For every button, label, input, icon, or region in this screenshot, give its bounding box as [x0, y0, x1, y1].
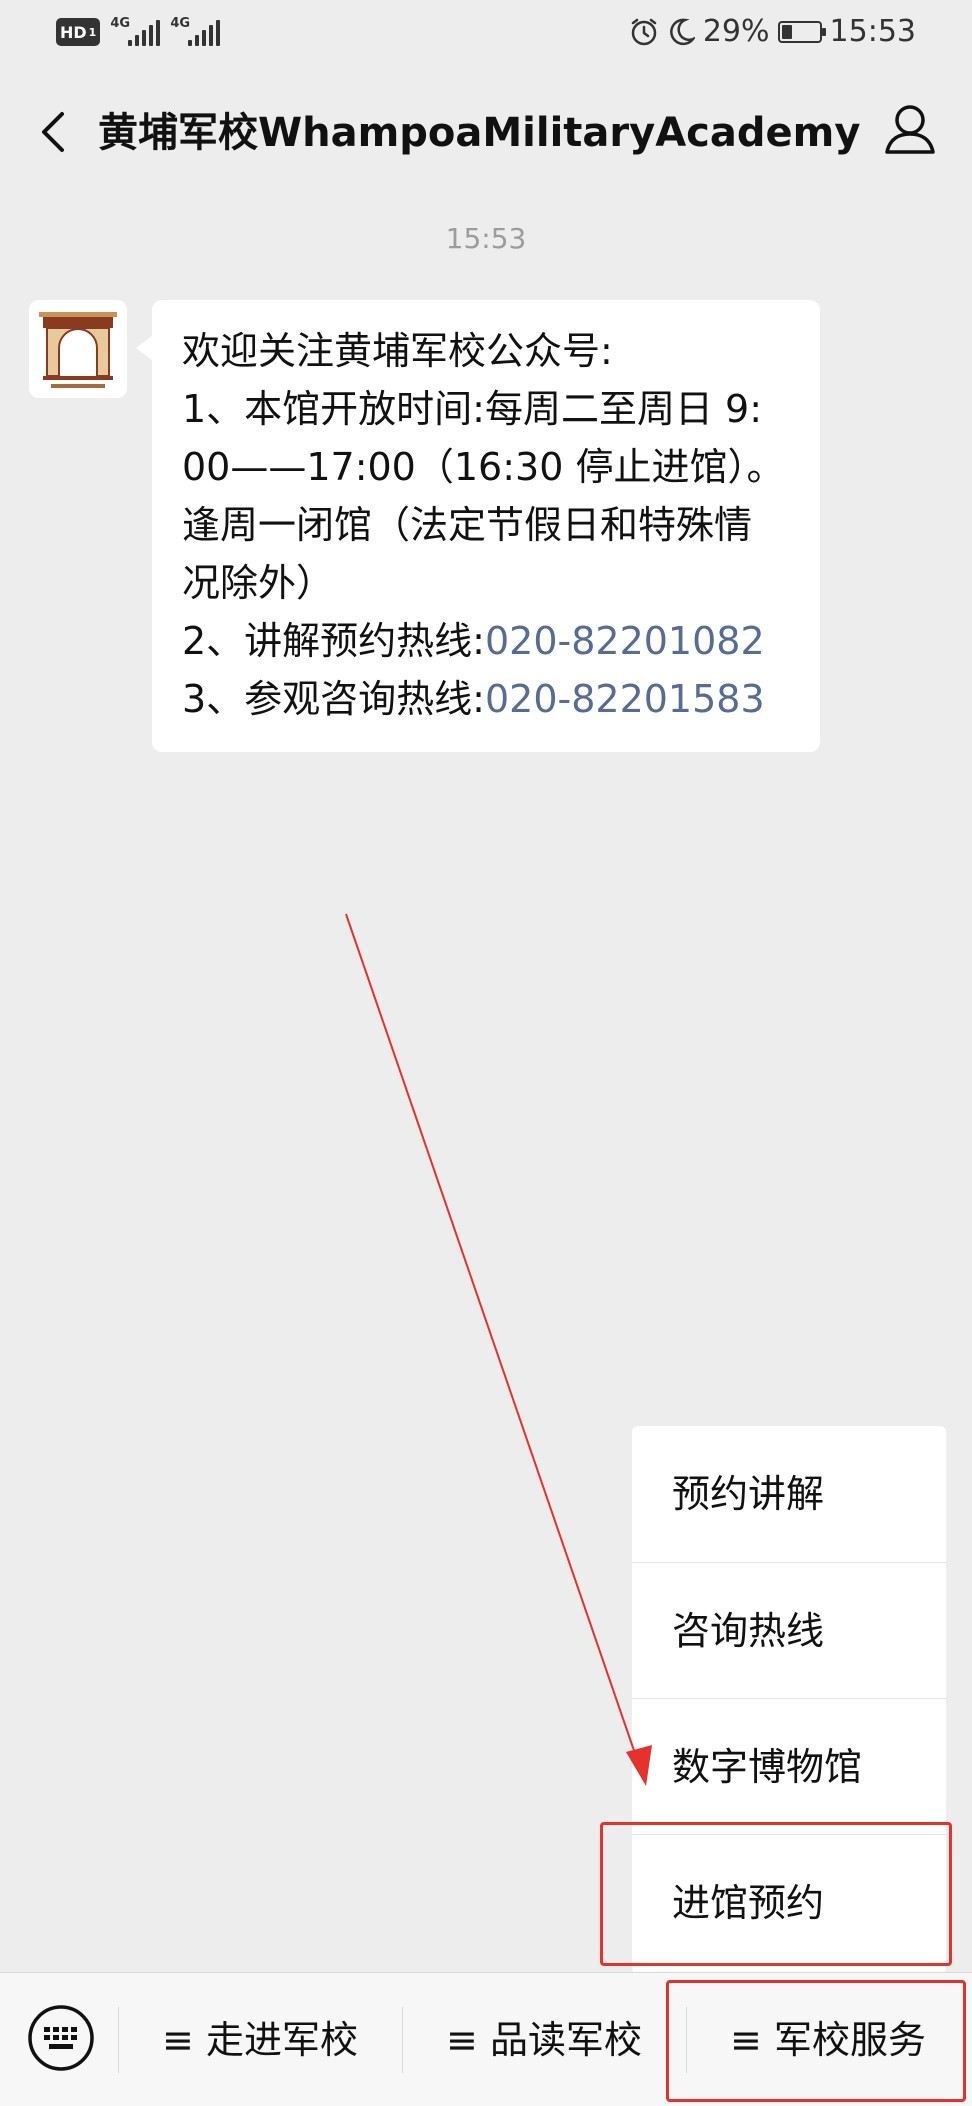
signal-icon-1: 4G [110, 16, 161, 46]
menu-separator [402, 2007, 403, 2073]
submenu-item-guide-booking[interactable]: 预约讲解 [632, 1426, 946, 1562]
menu-separator [118, 2007, 119, 2073]
academy-gate-logo-icon [29, 300, 127, 398]
message-timestamp: 15:53 [445, 222, 527, 255]
services-tab-highlight-box [666, 1980, 966, 2102]
chat-screen: HD 1 4G 4G 29% 15:53 黄埔军校WhampoaMilitary… [0, 0, 972, 2106]
account-avatar[interactable] [29, 300, 127, 398]
status-left: HD 1 4G 4G [56, 16, 221, 46]
person-icon [885, 105, 935, 154]
keyboard-icon [28, 2005, 94, 2071]
keyboard-toggle-button[interactable] [26, 2003, 96, 2073]
submenu-item-consult-hotline[interactable]: 咨询热线 [632, 1562, 946, 1698]
back-button[interactable] [30, 102, 80, 162]
message-line-4: 况除外） [182, 561, 335, 605]
hotline-number-link[interactable]: 020-82201082 [485, 619, 765, 663]
consult-row: 3、参观咨询热线:020-82201583 [182, 670, 790, 728]
profile-button[interactable] [882, 100, 938, 160]
message-line-1: 1、本馆开放时间:每周二至周日 9: [182, 387, 763, 431]
submenu-item-digital-museum[interactable]: 数字博物馆 [632, 1698, 946, 1834]
hotline-row: 2、讲解预约热线:020-82201082 [182, 612, 790, 670]
welcome-message-bubble: 欢迎关注黄埔军校公众号: 1、本馆开放时间:每周二至周日 9: 00——17:0… [136, 300, 820, 752]
entry-booking-highlight-box [600, 1822, 952, 1966]
status-right: 29% 15:53 [629, 14, 916, 49]
hd-label: HD [60, 22, 87, 42]
message-line-2: 00——17:00（16:30 停止进馆）。 [182, 445, 785, 489]
back-arrow-icon [42, 112, 64, 152]
status-bar: HD 1 4G 4G 29% 15:53 [0, 0, 972, 72]
alarm-icon [631, 18, 657, 45]
network-type-1: 4G [110, 16, 131, 31]
do-not-disturb-moon-icon [669, 18, 695, 45]
page-title: 黄埔军校WhampoaMilitaryAcademy [98, 110, 861, 156]
message-intro: 欢迎关注黄埔军校公众号: [182, 329, 613, 373]
battery-icon [777, 20, 826, 43]
message-line-3: 逢周一闭馆（法定节假日和特殊情 [182, 503, 753, 547]
battery-percent: 29% [702, 14, 770, 49]
hotline-label: 2、讲解预约热线: [182, 619, 485, 663]
menu-tab-enter-academy[interactable]: ≡ 走进军校 [120, 1973, 400, 2106]
annotation-arrow-line [345, 913, 641, 1769]
network-type-2: 4G [170, 16, 191, 31]
hd-voice-icon: HD 1 [56, 18, 101, 46]
menu-tab-read-academy[interactable]: ≡ 品读军校 [404, 1973, 684, 2106]
consult-number-link[interactable]: 020-82201583 [485, 677, 765, 721]
hd-sub-label: 1 [88, 25, 97, 39]
status-time: 15:53 [829, 14, 916, 49]
signal-icon-2: 4G [170, 16, 221, 46]
consult-label: 3、参观咨询热线: [182, 677, 485, 721]
title-bar: 黄埔军校WhampoaMilitaryAcademy [0, 72, 972, 190]
